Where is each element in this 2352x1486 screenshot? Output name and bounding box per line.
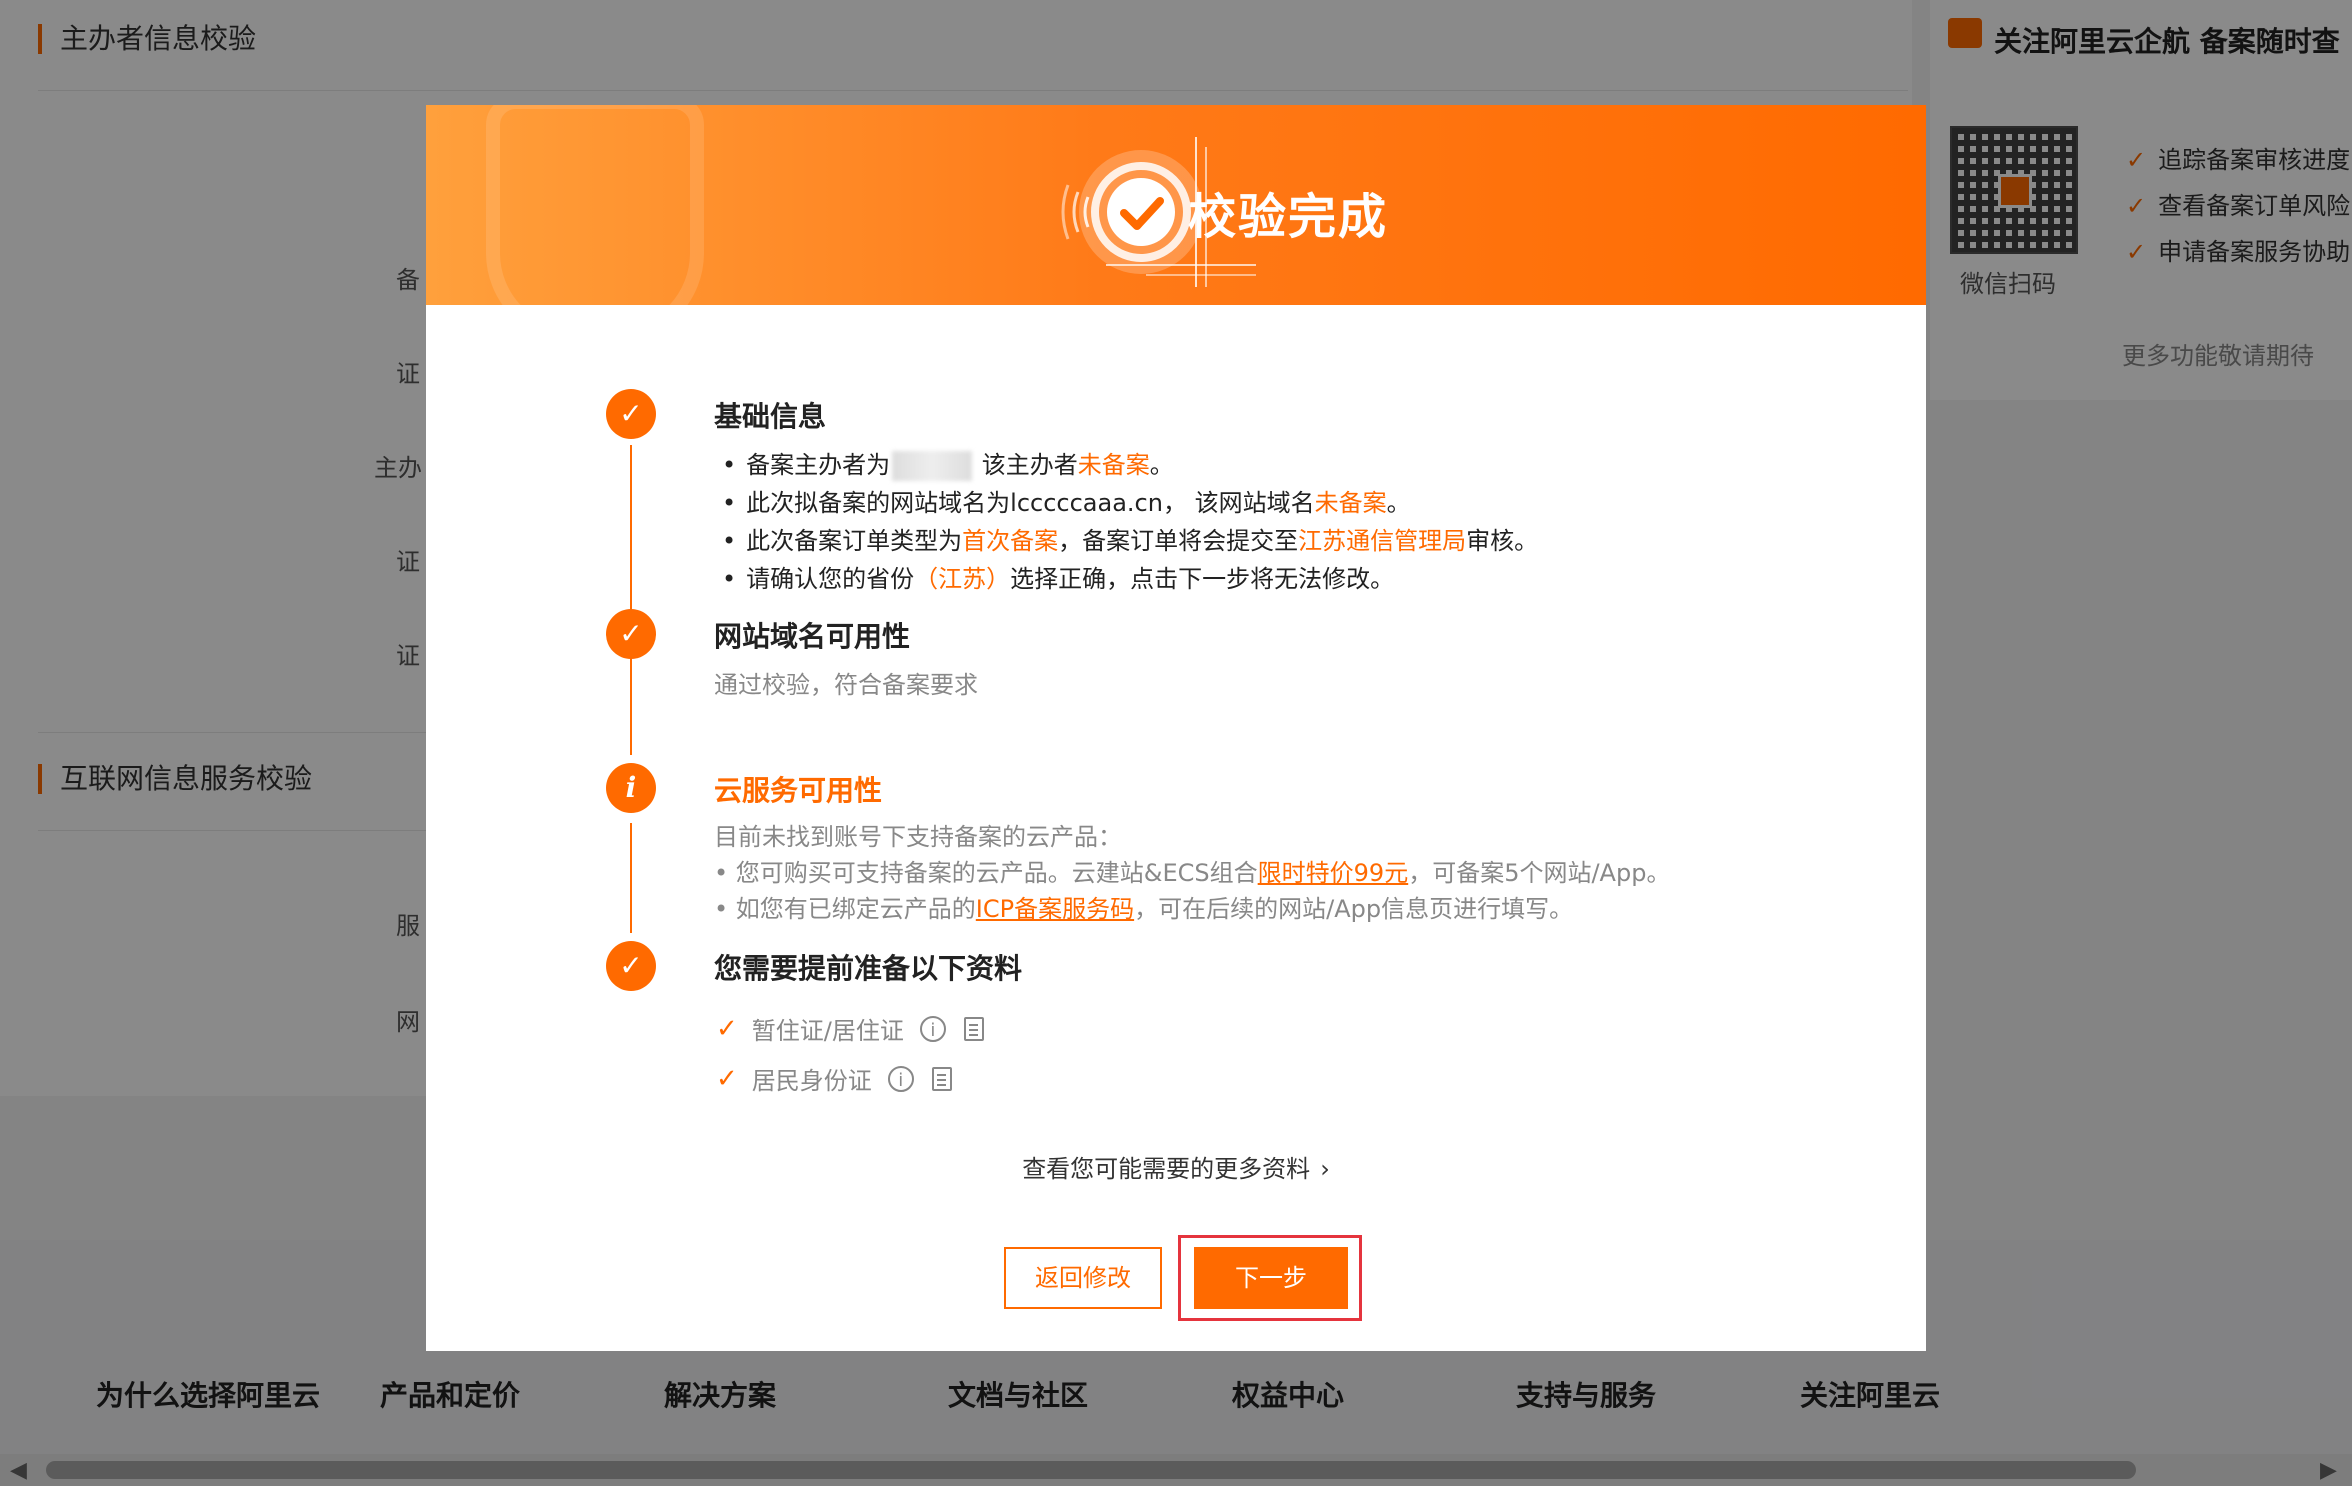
icp-code-link[interactable]: ICP备案服务码 — [976, 895, 1134, 923]
timeline-line — [630, 445, 632, 701]
chevron-right-icon: › — [1320, 1155, 1330, 1183]
shield-watermark-icon — [486, 105, 704, 305]
info-line: • 如您有已绑定云产品的ICP备案服务码，可在后续的网站/App信息页进行填写。 — [714, 895, 1574, 923]
check-icon: ✓ — [606, 941, 656, 991]
step-description: 目前未找到账号下支持备案的云产品： — [714, 823, 1122, 851]
step-title-basic-info: 基础信息 — [714, 400, 827, 433]
step-title-materials: 您需要提前准备以下资料 — [714, 952, 1023, 985]
modal-title: 校验完成 — [1188, 189, 1389, 245]
modal-header: 校验完成 — [426, 105, 1926, 305]
material-item: ✓ 暂住证/居住证 i — [716, 1011, 984, 1046]
next-step-button[interactable]: 下一步 — [1194, 1247, 1348, 1309]
redacted-name — [892, 451, 973, 481]
check-icon: ✓ — [716, 1063, 738, 1094]
step-description: 通过校验，符合备案要求 — [714, 671, 978, 699]
document-icon[interactable] — [931, 1066, 952, 1091]
check-icon: ✓ — [606, 609, 656, 659]
timeline-line — [630, 671, 632, 755]
back-edit-button[interactable]: 返回修改 — [1004, 1247, 1162, 1309]
verification-modal: 校验完成 ✓ 基础信息 备案主办者为 该主办者未备案。 此次拟备案的网站域名为l… — [426, 105, 1926, 1351]
info-icon: i — [606, 763, 656, 813]
more-materials-link[interactable]: 查看您可能需要的更多资料 › — [426, 1149, 1926, 1184]
info-line: • 您可购买可支持备案的云产品。云建站&ECS组合限时特价99元，可备案5个网站… — [714, 859, 1671, 887]
material-item: ✓ 居民身份证 i — [716, 1061, 952, 1096]
info-line: 此次备案订单类型为首次备案，备案订单将会提交至江苏通信管理局审核。 — [722, 521, 1538, 556]
info-line: 此次拟备案的网站域名为lcccccaaa.cn， 该网站域名未备案。 — [722, 483, 1410, 518]
check-icon: ✓ — [606, 389, 656, 439]
material-label: 居民身份证 — [751, 1067, 872, 1095]
info-icon[interactable]: i — [887, 1065, 914, 1092]
info-line: 备案主办者为 该主办者未备案。 — [722, 445, 1174, 481]
promo-link[interactable]: 限时特价99元 — [1258, 859, 1409, 887]
material-label: 暂住证/居住证 — [751, 1017, 904, 1045]
step-title-cloud-service: 云服务可用性 — [714, 774, 883, 807]
document-icon[interactable] — [963, 1016, 984, 1041]
check-icon: ✓ — [716, 1013, 738, 1044]
timeline-line — [630, 823, 632, 933]
info-line: 请确认您的省份（江苏）选择正确，点击下一步将无法修改。 — [722, 559, 1394, 594]
info-icon[interactable]: i — [919, 1015, 946, 1042]
step-title-domain: 网站域名可用性 — [714, 620, 911, 653]
